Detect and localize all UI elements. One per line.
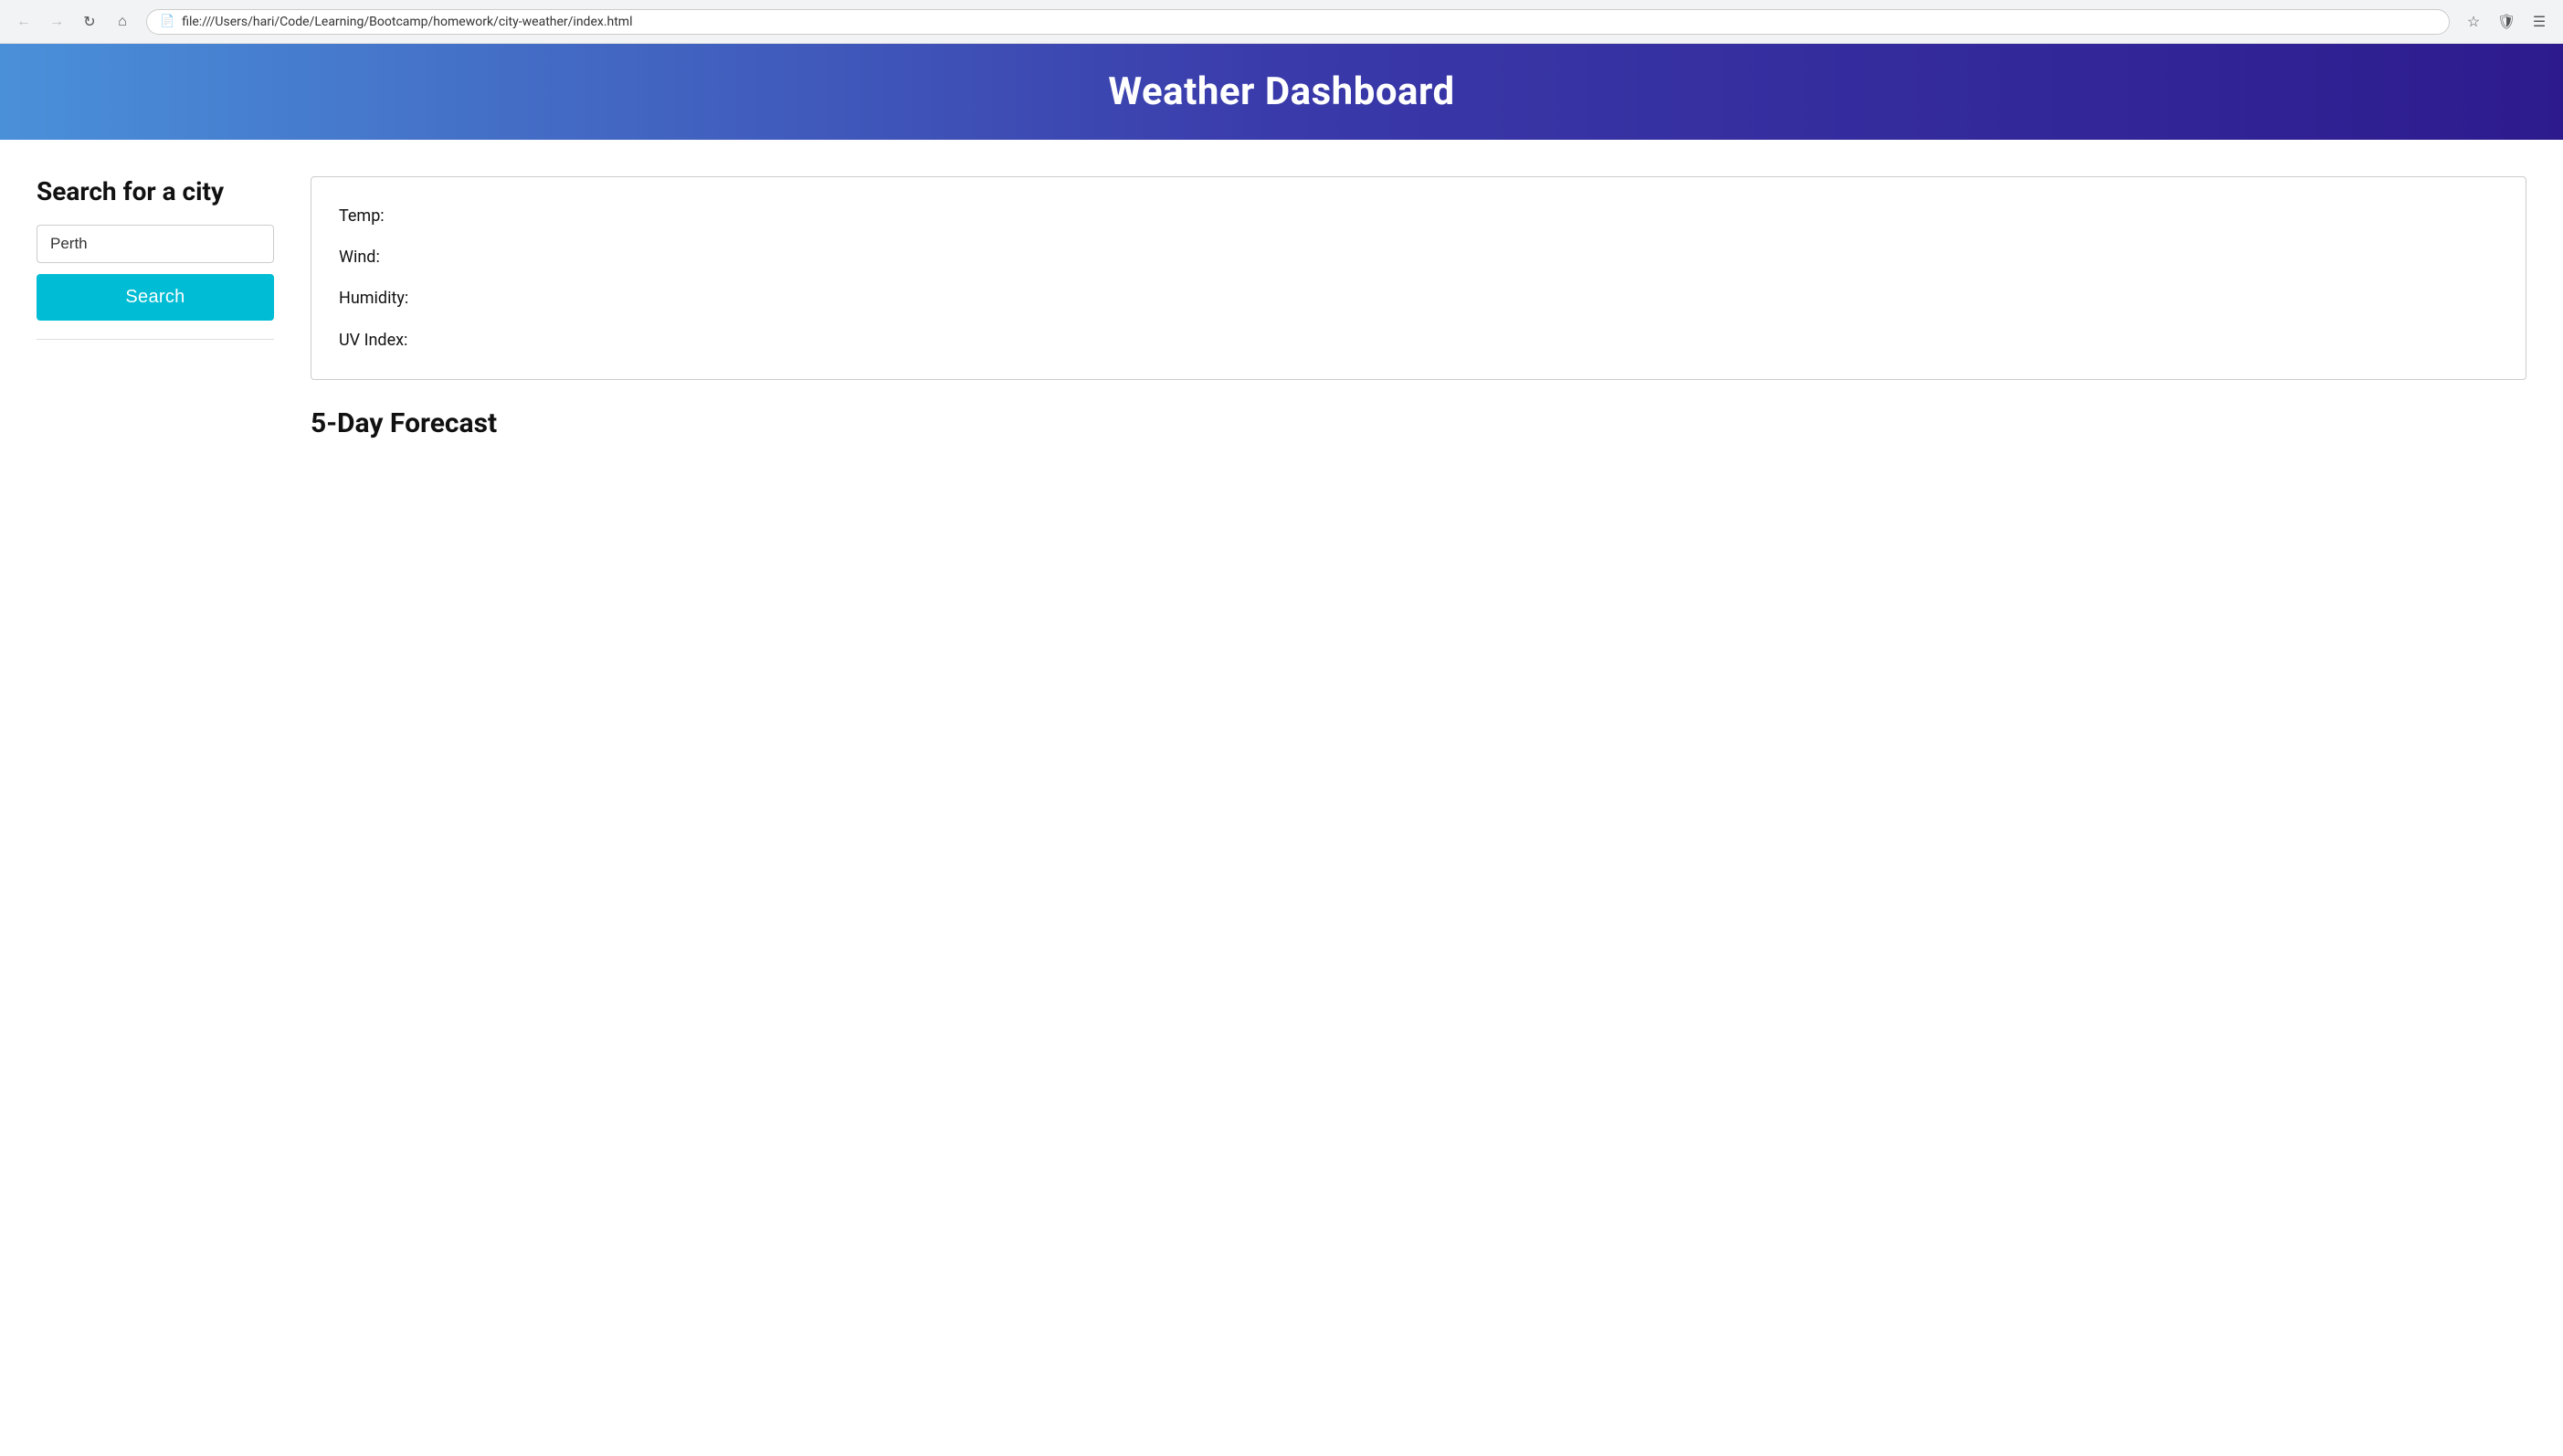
main-content: Search for a city Search Temp: Wind: Hum… [0,140,2563,476]
bookmark-button[interactable]: ☆ [2461,9,2486,35]
forecast-heading: 5-Day Forecast [311,407,2526,439]
url-text: file:///Users/hari/Code/Learning/Bootcam… [182,15,632,29]
menu-button[interactable]: ☰ [2526,9,2552,35]
document-icon: 📄 [160,15,174,28]
uv-index-stat: UV Index: [339,329,2498,352]
weather-card: Temp: Wind: Humidity: UV Index: [311,176,2526,380]
humidity-label: Humidity: [339,289,408,308]
wind-stat: Wind: [339,246,2498,269]
wind-label: Wind: [339,248,380,267]
right-content: Temp: Wind: Humidity: UV Index: 5-Day Fo… [311,176,2526,439]
search-heading: Search for a city [37,176,274,206]
browser-nav-buttons: ← → ↻ ⌂ [11,9,135,35]
forward-button[interactable]: → [44,9,69,35]
home-button[interactable]: ⌂ [110,9,135,35]
back-button[interactable]: ← [11,9,37,35]
reload-button[interactable]: ↻ [77,9,102,35]
sidebar: Search for a city Search [37,176,274,340]
app-title: Weather Dashboard [18,69,2545,114]
city-input[interactable] [37,225,274,263]
app-header: Weather Dashboard [0,44,2563,140]
address-bar[interactable]: 📄 file:///Users/hari/Code/Learning/Bootc… [146,9,2450,35]
browser-actions: ☆ 🛡 ☰ [2461,9,2552,35]
humidity-stat: Humidity: [339,287,2498,310]
sidebar-divider [37,339,274,340]
temp-stat: Temp: [339,205,2498,227]
search-button[interactable]: Search [37,274,274,321]
browser-chrome: ← → ↻ ⌂ 📄 file:///Users/hari/Code/Learni… [0,0,2563,44]
temp-label: Temp: [339,206,385,226]
shield-button[interactable]: 🛡 [2494,9,2519,35]
uv-index-label: UV Index: [339,331,407,350]
